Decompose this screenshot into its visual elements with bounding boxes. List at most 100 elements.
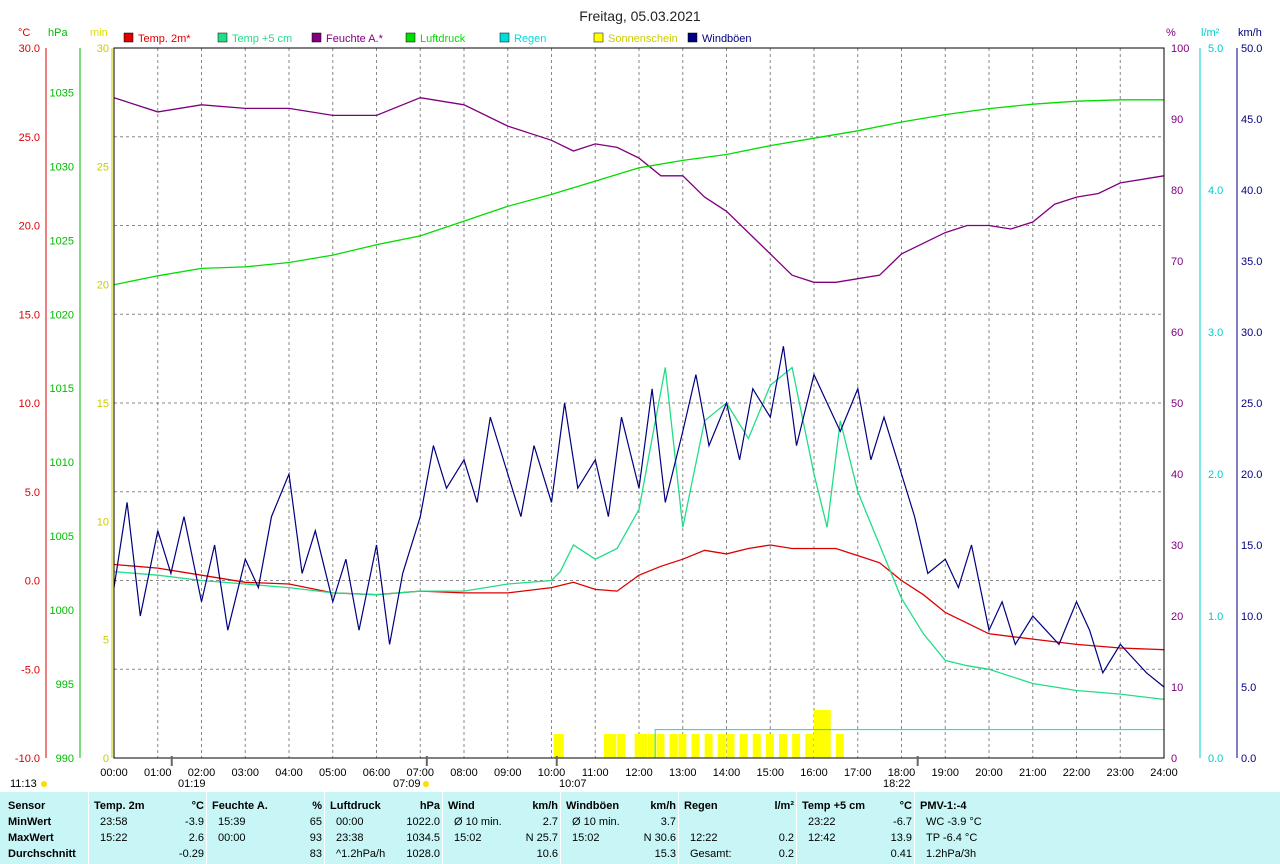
pressure-axis-tick: 1035 <box>50 87 74 99</box>
legend-swatch <box>499 32 510 43</box>
stats-column-separator <box>796 792 797 864</box>
left-time-label: 11:13 <box>10 778 37 790</box>
sunshine-bar <box>726 734 735 758</box>
x-axis-tick: 14:00 <box>713 767 741 779</box>
stats-cell-value: -3.9 <box>185 816 204 828</box>
legend-swatch <box>593 32 604 43</box>
humidity-axis-tick: 20 <box>1171 611 1183 623</box>
sunshine-bar <box>656 734 665 758</box>
rain-axis-tick: 3.0 <box>1208 327 1223 339</box>
temp-axis-tick: 15.0 <box>19 309 40 321</box>
legend-swatch <box>123 32 134 43</box>
stats-column-separator <box>324 792 325 864</box>
sunshine-bar <box>639 734 647 758</box>
x-axis-tick: 03:00 <box>231 767 259 779</box>
x-axis-tick: 22:00 <box>1063 767 1091 779</box>
stats-cell-time: WC -3.9 °C <box>926 816 982 828</box>
x-axis-tick: 01:00 <box>144 767 172 779</box>
temp-axis-tick: 20.0 <box>19 221 40 233</box>
stats-cell-value: 13.9 <box>890 832 912 844</box>
stats-cell-value: -0.29 <box>178 848 204 860</box>
sun-axis-tick: 5 <box>103 635 109 647</box>
sun-axis-tick: 15 <box>97 398 109 410</box>
pressure-axis-tick: 995 <box>56 679 74 691</box>
wind-axis-tick: 0.0 <box>1241 753 1256 765</box>
stats-row-label: Durchschnitt <box>8 848 76 860</box>
stats-column-separator <box>914 792 915 864</box>
stats-header-unit: °C <box>191 800 204 812</box>
humidity-axis-tick: 10 <box>1171 682 1183 694</box>
stats-cell-value: 10.6 <box>536 848 558 860</box>
temp-axis-tick: 30.0 <box>19 43 40 55</box>
temp-axis-tick: 5.0 <box>25 487 40 499</box>
wind-axis-tick: 10.0 <box>1241 611 1262 623</box>
stats-header: Sensor <box>8 800 46 812</box>
sunshine-bar <box>617 734 626 758</box>
sunshine-bar <box>678 734 687 758</box>
x-axis-tick: 17:00 <box>844 767 872 779</box>
wind-axis-tick: 35.0 <box>1241 256 1262 268</box>
stats-header-unit: hPa <box>419 800 440 812</box>
wind-axis-tick: 30.0 <box>1241 327 1262 339</box>
rain-axis-tick: 4.0 <box>1208 185 1223 197</box>
rain-axis-tick: 1.0 <box>1208 611 1223 623</box>
stats-cell-value: 0.2 <box>778 848 794 860</box>
rain-axis-tick: 5.0 <box>1208 43 1223 55</box>
stats-cell-value: 65 <box>309 816 322 828</box>
pressure-axis-tick: 1030 <box>50 161 74 173</box>
stats-cell-value: 1028.0 <box>406 848 440 860</box>
stats-cell-time: TP -6.4 °C <box>926 832 978 844</box>
pressure-axis-tick: 990 <box>56 753 74 765</box>
stats-header-unit: °C <box>899 800 912 812</box>
humidity-axis-tick: 80 <box>1171 185 1183 197</box>
stats-column-separator <box>88 792 89 864</box>
statistics-table: Sensor Temp. 2m °C Feuchte A.% Luftdruck hPa W… <box>0 792 1280 864</box>
sunshine-bar <box>765 734 774 758</box>
x-axis-tick: 20:00 <box>975 767 1003 779</box>
stats-cell-value: 3.7 <box>660 816 676 828</box>
sunshine-bar <box>704 734 713 758</box>
legend-swatch <box>217 32 228 43</box>
x-axis-tick: 05:00 <box>319 767 347 779</box>
humidity-axis-tick: 100 <box>1171 43 1189 55</box>
legend-label: Temp. 2m* <box>138 33 191 45</box>
sun-axis-tick: 0 <box>103 753 109 765</box>
sunshine-bar <box>835 734 844 758</box>
sunshine-bar <box>669 734 678 758</box>
stats-cell-value: 15.3 <box>654 848 676 860</box>
temp-unit-label: °C <box>18 27 30 39</box>
wind-axis-tick: 25.0 <box>1241 398 1262 410</box>
sunshine-bar <box>752 734 761 758</box>
sunrise-label: 07:09 <box>393 778 421 790</box>
stats-cell-value: 0.41 <box>890 848 912 860</box>
pressure-axis-tick: 1005 <box>50 531 74 543</box>
x-axis-tick: 00:00 <box>100 767 128 779</box>
sun-unit-label: min <box>90 27 108 39</box>
legend-swatch <box>311 32 322 43</box>
x-axis-tick: 15:00 <box>756 767 784 779</box>
stats-header-unit: l/m² <box>774 800 794 812</box>
stats-row-label: MaxWert <box>8 832 54 844</box>
rain-axis-tick: 2.0 <box>1208 469 1223 481</box>
x-axis-tick: 13:00 <box>669 767 697 779</box>
temp-axis-tick: 10.0 <box>19 398 40 410</box>
legend-label: Windböen <box>702 33 752 45</box>
x-axis-tick: 09:00 <box>494 767 522 779</box>
temp-axis-tick: -5.0 <box>21 664 40 676</box>
sunshine-bar <box>717 734 726 758</box>
wind-axis-tick: 50.0 <box>1241 43 1262 55</box>
sunshine-bar <box>779 734 787 758</box>
legend-swatch <box>687 32 698 43</box>
legend-label: Regen <box>514 33 546 45</box>
x-axis-tick: 24:00 <box>1150 767 1178 779</box>
sunshine-bar <box>822 710 831 758</box>
stats-cell-value: 93 <box>309 832 322 844</box>
wind-unit-label: km/h <box>1238 27 1262 39</box>
stats-cell-value: 0.2 <box>778 832 794 844</box>
stats-column-separator <box>206 792 207 864</box>
stats-cell-value: 2.7 <box>542 816 558 828</box>
x-axis-tick: 04:00 <box>275 767 303 779</box>
x-axis-tick: 12:00 <box>625 767 653 779</box>
temp-axis-tick: -10.0 <box>15 753 40 765</box>
stats-column-separator <box>442 792 443 864</box>
